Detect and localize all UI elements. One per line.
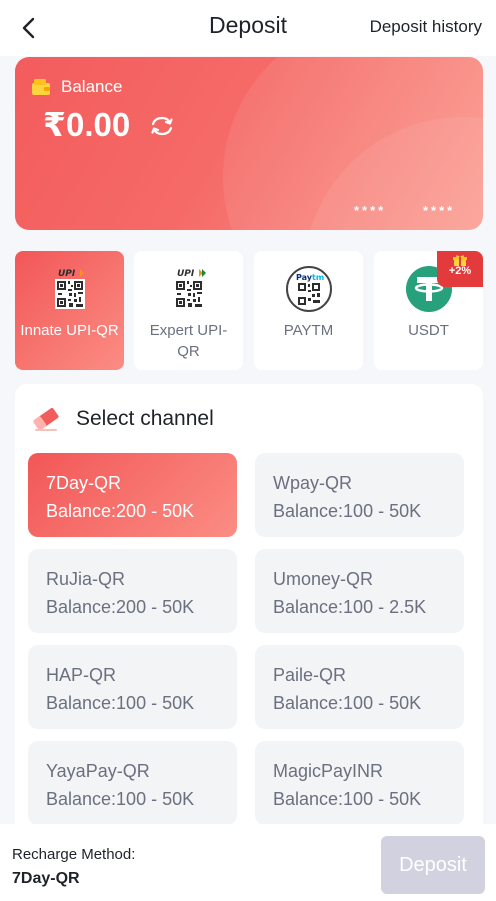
method-label: Expert UPI-QR: [149, 322, 228, 360]
channel-option[interactable]: YayaPay-QR Balance:100 - 50K: [28, 741, 237, 825]
balance-label: Balance: [61, 77, 123, 96]
svg-text:Pay: Pay: [296, 273, 313, 282]
channel-name: Paile-QR: [273, 665, 347, 685]
channel-range: Balance:100 - 50K: [273, 789, 422, 809]
recharge-method-value: 7Day-QR: [12, 870, 80, 887]
footer-bar: Recharge Method: 7Day-QR Deposit: [0, 824, 496, 901]
balance-card: Balance ₹0.00 **** ****: [15, 57, 483, 230]
channel-range: Balance:100 - 50K: [46, 693, 195, 713]
channel-range: Balance:100 - 50K: [273, 693, 422, 713]
svg-text:UPI: UPI: [177, 269, 195, 279]
chevron-left-icon: [22, 17, 35, 39]
channel-option[interactable]: Wpay-QR Balance:100 - 50K: [255, 453, 464, 537]
balance-amount: ₹0.00: [43, 106, 131, 143]
channel-option[interactable]: Paile-QR Balance:100 - 50K: [255, 645, 464, 729]
refresh-icon[interactable]: [149, 115, 175, 137]
channel-name: HAP-QR: [46, 665, 117, 685]
method-label: PAYTM: [283, 322, 334, 339]
channel-option[interactable]: 7Day-QR Balance:200 - 50K: [28, 453, 237, 537]
channel-range: Balance:100 - 2.5K: [273, 597, 427, 617]
svg-text:tm: tm: [312, 273, 324, 282]
channel-name: Wpay-QR: [273, 473, 353, 493]
channel-panel: Select channel 7Day-QR Balance:200 - 50K…: [15, 384, 483, 825]
card-number-mask: ****: [423, 203, 456, 218]
upi-qr-icon: UPI: [54, 269, 85, 309]
header: Deposit Deposit history: [0, 0, 496, 56]
method-innate-upi-qr[interactable]: UPI Innate UPI-QR: [15, 251, 124, 370]
method-label: USDT: [408, 322, 449, 339]
channel-title: Select channel: [76, 407, 214, 430]
channel-option[interactable]: RuJia-QR Balance:200 - 50K: [28, 549, 237, 633]
deposit-button[interactable]: Deposit: [381, 836, 485, 894]
eraser-icon: [33, 407, 59, 431]
method-label: Innate UPI-QR: [20, 322, 119, 339]
method-expert-upi-qr[interactable]: UPI Expert UPI-QR: [134, 251, 243, 370]
channel-name: RuJia-QR: [46, 569, 126, 589]
channel-name: MagicPayINR: [273, 761, 384, 781]
paytm-qr-icon: Pay tm: [285, 266, 332, 312]
svg-text:UPI: UPI: [58, 269, 76, 279]
bonus-badge: +2%: [437, 251, 483, 287]
wallet-icon: [32, 79, 50, 95]
channel-range: Balance:100 - 50K: [273, 501, 422, 521]
upi-qr-icon: UPI: [175, 269, 206, 307]
method-paytm[interactable]: Pay tm PAYTM: [254, 251, 363, 370]
method-usdt[interactable]: USDT +2%: [374, 251, 483, 370]
card-number-mask: ****: [354, 203, 387, 218]
channel-name: YayaPay-QR: [46, 761, 150, 781]
channel-name: Umoney-QR: [273, 569, 374, 589]
deposit-history-link[interactable]: Deposit history: [370, 17, 482, 37]
channel-option[interactable]: MagicPayINR Balance:100 - 50K: [255, 741, 464, 825]
back-button[interactable]: [12, 12, 44, 44]
channel-range: Balance:200 - 50K: [46, 597, 195, 617]
recharge-method-caption: Recharge Method:: [12, 846, 136, 863]
channel-option[interactable]: HAP-QR Balance:100 - 50K: [28, 645, 237, 729]
channel-range: Balance:200 - 50K: [46, 501, 195, 521]
channel-option[interactable]: Umoney-QR Balance:100 - 2.5K: [255, 549, 464, 633]
channel-name: 7Day-QR: [46, 473, 122, 493]
channel-range: Balance:100 - 50K: [46, 789, 195, 809]
bonus-badge-text: +2%: [448, 265, 472, 277]
